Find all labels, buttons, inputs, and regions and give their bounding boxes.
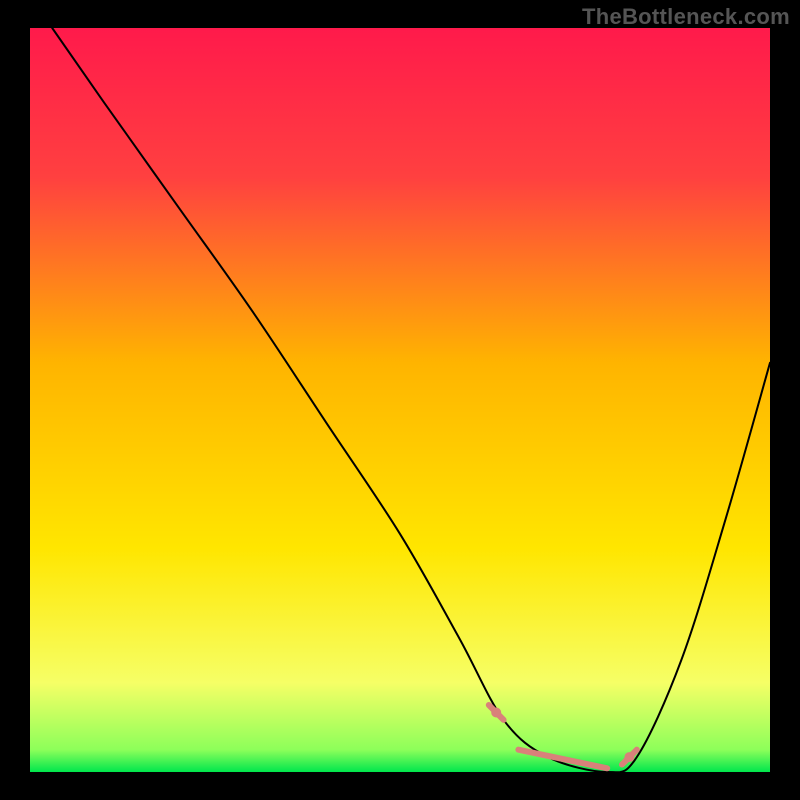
chart-frame: TheBottleneck.com	[0, 0, 800, 800]
highlight-dot-1	[624, 752, 634, 762]
highlight-dot-0	[491, 707, 501, 717]
gradient-background	[30, 28, 770, 772]
bottleneck-chart	[0, 0, 800, 800]
watermark-text: TheBottleneck.com	[582, 4, 790, 30]
